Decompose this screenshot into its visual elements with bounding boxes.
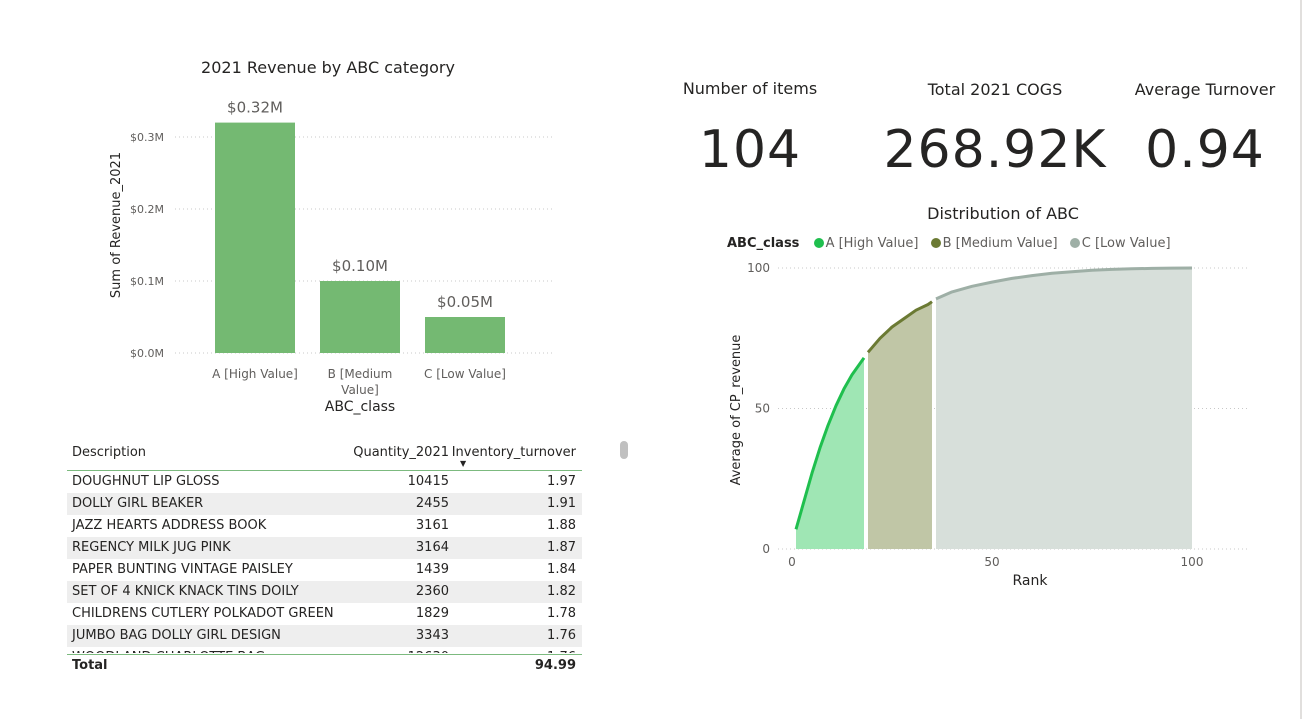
cell-description: SET OF 4 KNICK KNACK TINS DOILY [72, 584, 299, 599]
cell-quantity: 3343 [415, 628, 449, 643]
x-tick-label: B [Medium Value] [328, 367, 393, 397]
table-total-row: Total 94.99 [67, 654, 582, 677]
y-tick-label: $0.1M [130, 275, 164, 288]
cell-description: CHILDRENS CUTLERY POLKADOT GREEN [72, 606, 334, 621]
area-series-c-fill [936, 268, 1192, 549]
table-row[interactable]: WOODLAND CHARLOTTE BAG 12630 1.76 [67, 647, 582, 653]
table-body: DOUGHNUT LIP GLOSS 10415 1.97 DOLLY GIRL BE… [67, 471, 582, 653]
legend-dot-c [1069, 238, 1080, 248]
cell-turnover: 1.78 [547, 606, 576, 621]
table-row[interactable]: DOUGHNUT LIP GLOSS 10415 1.97 [67, 471, 582, 493]
cell-quantity: 1829 [415, 606, 449, 621]
bar [320, 281, 400, 353]
column-header-description[interactable]: Description [72, 445, 146, 460]
table-row[interactable]: DOLLY GIRL BEAKER 2455 1.91 [67, 493, 582, 515]
sort-descending-icon[interactable]: ▼ [460, 459, 466, 468]
y-axis-title: Sum of Revenue_2021 [109, 152, 124, 298]
bar [425, 317, 505, 353]
revenue-bar-chart[interactable]: $0.0M $0.1M $0.2M $0.3M Sum of Revenue_2021 $… [100, 85, 570, 425]
kpi-label-total-cogs: Total 2021 COGS [927, 80, 1063, 99]
cell-turnover: 1.88 [547, 518, 576, 533]
y-tick-label: 50 [755, 402, 770, 416]
cell-quantity: 1439 [415, 562, 449, 577]
kpi-value-number-of-items: 104 [698, 120, 802, 180]
table-row[interactable]: SET OF 4 KNICK KNACK TINS DOILY 2360 1.82 [67, 581, 582, 603]
cell-turnover: 1.91 [547, 496, 576, 511]
table-scrollbar-thumb[interactable] [620, 441, 628, 459]
column-header-quantity[interactable]: Quantity_2021 [353, 445, 449, 460]
table-header: Description Quantity_2021 Inventory_turn… [67, 440, 582, 471]
cell-description: REGENCY MILK JUG PINK [72, 540, 231, 555]
bar-data-label: $0.10M [332, 257, 388, 275]
kpi-value-total-cogs: 268.92K [883, 120, 1107, 180]
cell-quantity: 12630 [408, 650, 449, 653]
table-row[interactable]: PAPER BUNTING VINTAGE PAISLEY 1439 1.84 [67, 559, 582, 581]
cell-quantity: 2455 [415, 496, 449, 511]
cell-description: DOUGHNUT LIP GLOSS [72, 474, 220, 489]
area-series-b-fill [868, 301, 932, 549]
x-tick-label: 0 [788, 555, 796, 569]
area-chart-title: Distribution of ABC [927, 204, 1079, 223]
kpi-label-number-of-items: Number of items [682, 79, 818, 98]
bar-data-label: $0.05M [437, 293, 493, 311]
total-turnover: 94.99 [534, 658, 576, 673]
legend-item-a[interactable]: A [High Value] [826, 236, 919, 251]
y-tick-label: $0.2M [130, 203, 164, 216]
x-tick-label: 50 [984, 555, 999, 569]
cell-description: WOODLAND CHARLOTTE BAG [72, 650, 265, 653]
table-row[interactable]: REGENCY MILK JUG PINK 3164 1.87 [67, 537, 582, 559]
cell-description: JAZZ HEARTS ADDRESS BOOK [72, 518, 267, 533]
cell-turnover: 1.76 [547, 650, 576, 653]
column-header-turnover[interactable]: Inventory_turnover [452, 445, 576, 460]
cell-turnover: 1.97 [547, 474, 576, 489]
total-label: Total [72, 658, 108, 673]
kpi-value-average-turnover: 0.94 [1145, 120, 1265, 180]
y-axis-title: Average of CP_revenue [729, 335, 744, 486]
items-table[interactable]: Description Quantity_2021 Inventory_turn… [67, 440, 582, 677]
area-series-a-fill [796, 357, 864, 549]
x-tick-label: C [Low Value] [424, 367, 506, 381]
x-tick-label: 100 [1181, 555, 1204, 569]
legend-item-c[interactable]: C [Low Value] [1082, 236, 1171, 251]
y-tick-label: 100 [747, 261, 770, 275]
x-axis-title: ABC_class [325, 399, 395, 415]
cell-quantity: 10415 [407, 474, 449, 489]
kpi-label-average-turnover: Average Turnover [1134, 80, 1276, 99]
cell-quantity: 3161 [415, 518, 449, 533]
cell-turnover: 1.76 [547, 628, 576, 643]
y-tick-label: $0.0M [130, 347, 164, 360]
cell-turnover: 1.87 [547, 540, 576, 555]
cell-description: DOLLY GIRL BEAKER [72, 496, 204, 511]
legend-title: ABC_class [727, 236, 800, 251]
bar [215, 122, 295, 353]
cell-description: JUMBO BAG DOLLY GIRL DESIGN [72, 628, 281, 643]
bar-chart-title: 2021 Revenue by ABC category [201, 58, 455, 77]
area-chart-legend: ABC_class A [High Value] B [Medium Value… [727, 236, 1171, 251]
bar-data-label: $0.32M [227, 99, 283, 117]
page-right-border [1300, 0, 1302, 719]
cell-description: PAPER BUNTING VINTAGE PAISLEY [72, 562, 293, 577]
cell-quantity: 2360 [415, 584, 449, 599]
abc-distribution-area-chart[interactable]: 0 50 100 0 50 100 Average of CP_revenue Rank [700, 255, 1260, 595]
cell-turnover: 1.84 [547, 562, 576, 577]
table-row[interactable]: JAZZ HEARTS ADDRESS BOOK 3161 1.88 [67, 515, 582, 537]
y-tick-label: $0.3M [130, 131, 164, 144]
x-tick-label: A [High Value] [212, 367, 298, 381]
x-axis-title: Rank [1013, 573, 1049, 589]
legend-dot-b [930, 238, 941, 248]
y-tick-label: 0 [762, 542, 770, 556]
table-row[interactable]: JUMBO BAG DOLLY GIRL DESIGN 3343 1.76 [67, 625, 582, 647]
legend-dot-a [813, 238, 824, 248]
cell-quantity: 3164 [415, 540, 449, 555]
table-row[interactable]: CHILDRENS CUTLERY POLKADOT GREEN 1829 1.78 [67, 603, 582, 625]
legend-item-b[interactable]: B [Medium Value] [943, 236, 1058, 251]
cell-turnover: 1.82 [547, 584, 576, 599]
